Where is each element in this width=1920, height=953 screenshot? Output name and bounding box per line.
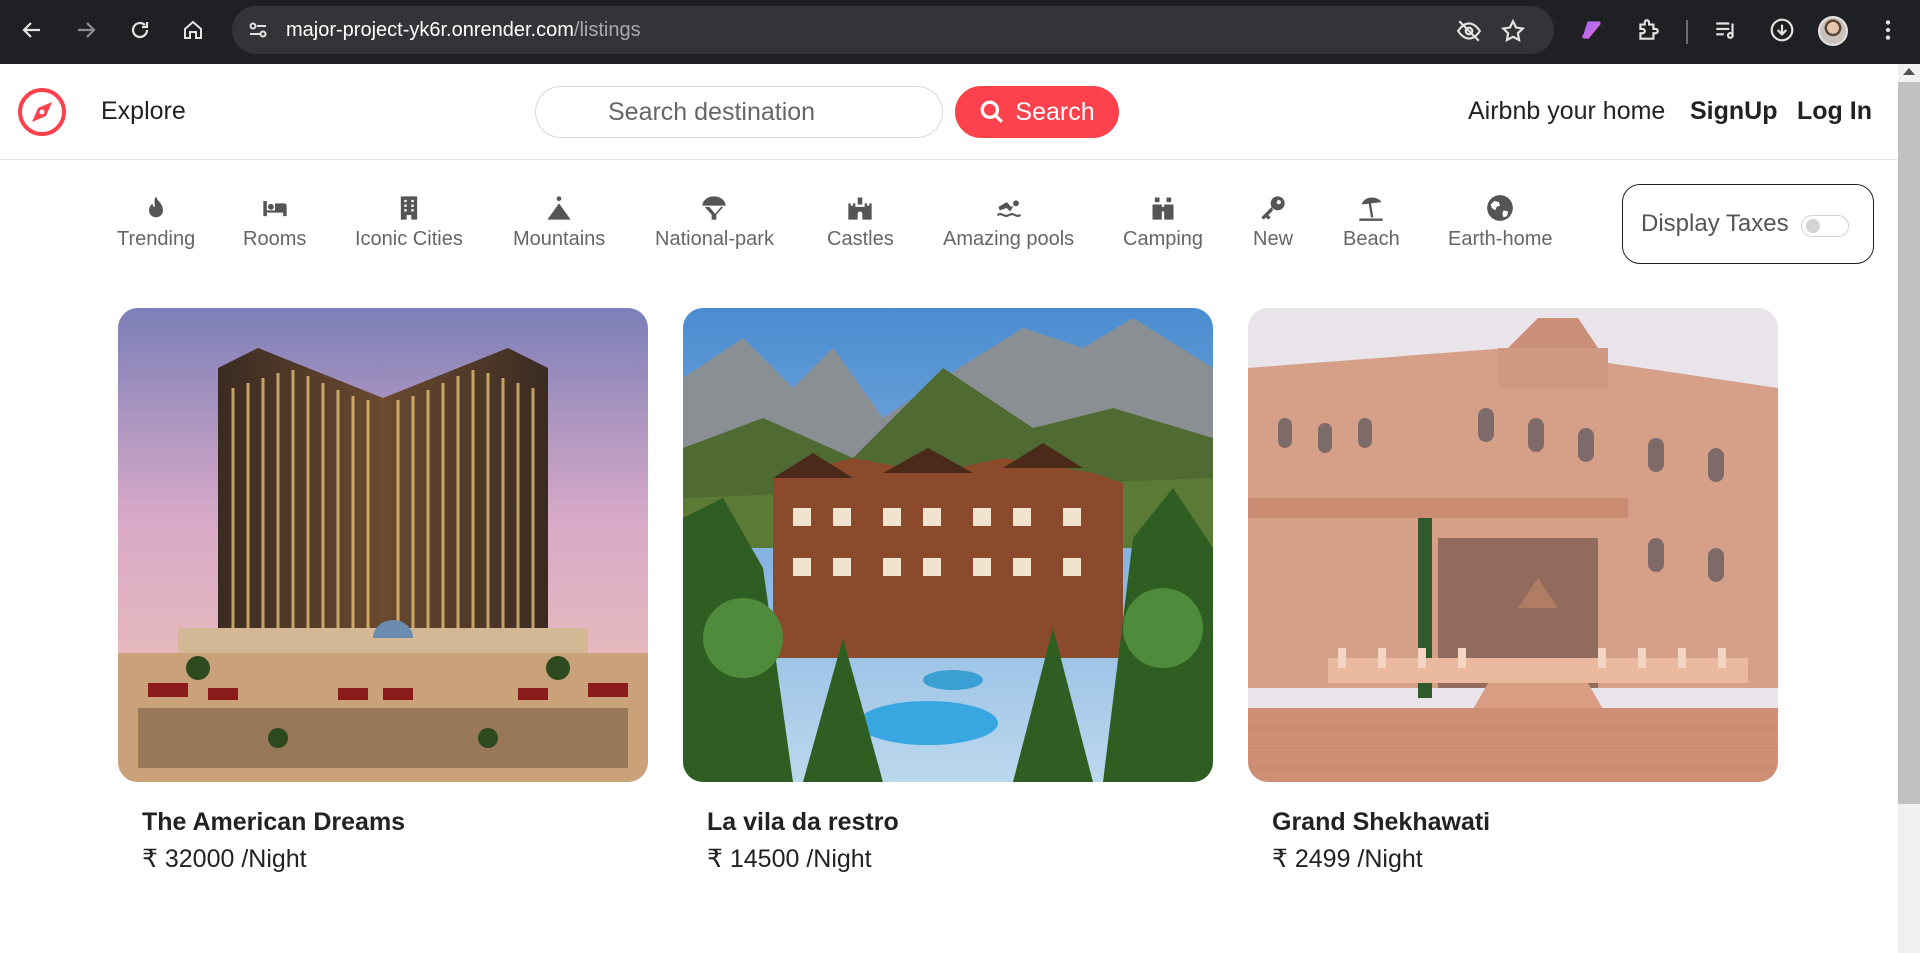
home-button[interactable] bbox=[173, 10, 213, 50]
signup-link[interactable]: SignUp bbox=[1690, 97, 1778, 126]
fire-icon bbox=[149, 196, 164, 218]
browser-toolbar: major-project-yk6r.onrender.com/listings bbox=[0, 0, 1920, 64]
reload-button[interactable] bbox=[120, 10, 160, 50]
search-button-label: Search bbox=[1015, 97, 1095, 126]
mountain-lodge-photo bbox=[683, 308, 1213, 782]
gemini-icon bbox=[1582, 21, 1601, 39]
switch-knob bbox=[1806, 219, 1820, 233]
listing-card[interactable]: The American Dreams ₹ 32000 /Night bbox=[118, 308, 648, 873]
castle-icon bbox=[848, 197, 873, 220]
taxes-switch[interactable] bbox=[1801, 215, 1849, 237]
scrollbar-thumb[interactable] bbox=[1898, 82, 1920, 804]
gemini-extension-button[interactable] bbox=[1572, 10, 1612, 50]
site-settings-icon[interactable] bbox=[246, 18, 270, 42]
puzzle-icon bbox=[1639, 19, 1659, 40]
scroll-up-arrow-icon[interactable] bbox=[1903, 68, 1915, 75]
filter-camping[interactable]: Camping bbox=[1123, 194, 1203, 251]
media-control-button[interactable] bbox=[1706, 10, 1746, 50]
page-content: Explore Search Airbnb your home SignUp L… bbox=[0, 64, 1898, 953]
toolbar-divider bbox=[1686, 20, 1688, 44]
filter-new[interactable]: New bbox=[1253, 194, 1293, 251]
search-button[interactable]: Search bbox=[955, 86, 1119, 138]
filter-rooms[interactable]: Rooms bbox=[243, 194, 306, 251]
listing-title[interactable]: La vila da restro bbox=[707, 808, 899, 837]
back-button[interactable] bbox=[12, 10, 52, 50]
filter-mountains[interactable]: Mountains bbox=[513, 194, 605, 251]
search-destination-input[interactable] bbox=[535, 86, 943, 138]
forward-button[interactable] bbox=[66, 10, 106, 50]
login-link[interactable]: Log In bbox=[1797, 97, 1872, 126]
listing-title[interactable]: The American Dreams bbox=[142, 808, 405, 837]
airbnb-your-home-link[interactable]: Airbnb your home bbox=[1468, 97, 1665, 126]
key-icon bbox=[1261, 196, 1285, 220]
bookmark-star-icon[interactable] bbox=[1500, 18, 1526, 44]
reload-icon bbox=[131, 21, 149, 39]
listing-image-palace[interactable] bbox=[1248, 308, 1778, 782]
hotel-photo bbox=[118, 308, 648, 782]
mountain-icon bbox=[547, 196, 571, 220]
url-text[interactable]: major-project-yk6r.onrender.com/listings bbox=[286, 19, 641, 42]
filter-national-park[interactable]: National-park bbox=[655, 194, 774, 251]
eye-off-icon[interactable] bbox=[1456, 18, 1482, 44]
display-taxes-toggle[interactable]: Display Taxes bbox=[1622, 184, 1874, 264]
filter-iconic-cities[interactable]: Iconic Cities bbox=[355, 194, 463, 251]
search-icon bbox=[981, 100, 1004, 123]
home-icon bbox=[184, 20, 202, 39]
display-taxes-label: Display Taxes bbox=[1641, 210, 1789, 237]
filter-beach[interactable]: Beach bbox=[1343, 194, 1400, 251]
browser-menu-button[interactable] bbox=[1868, 10, 1908, 50]
bed-icon bbox=[263, 201, 287, 217]
site-navbar: Explore Search Airbnb your home SignUp L… bbox=[0, 64, 1898, 160]
listing-price: ₹ 14500 /Night bbox=[707, 845, 872, 873]
swimmer-icon bbox=[996, 200, 1021, 218]
filter-castles[interactable]: Castles bbox=[827, 194, 894, 251]
extensions-button[interactable] bbox=[1628, 10, 1668, 50]
playlist-icon bbox=[1716, 22, 1734, 39]
globe-icon bbox=[1487, 195, 1514, 221]
forward-arrow-icon bbox=[78, 22, 96, 38]
listing-price: ₹ 2499 /Night bbox=[1272, 845, 1423, 873]
binoculars-icon bbox=[1152, 197, 1174, 220]
address-bar[interactable]: major-project-yk6r.onrender.com/listings bbox=[232, 6, 1554, 54]
listing-card[interactable]: Grand Shekhawati ₹ 2499 /Night bbox=[1248, 308, 1778, 873]
listing-title[interactable]: Grand Shekhawati bbox=[1272, 808, 1490, 837]
filter-earth-home[interactable]: Earth-home bbox=[1448, 194, 1553, 251]
downloads-button[interactable] bbox=[1762, 10, 1802, 50]
umbrella-beach-icon bbox=[1359, 197, 1384, 221]
filter-trending[interactable]: Trending bbox=[117, 194, 195, 251]
category-filters: Trending Rooms Iconic Cities Mountains N… bbox=[0, 194, 1898, 284]
download-icon bbox=[1770, 18, 1794, 42]
listing-price: ₹ 32000 /Night bbox=[142, 845, 307, 873]
filter-amazing-pools[interactable]: Amazing pools bbox=[943, 194, 1074, 251]
compass-logo-icon[interactable] bbox=[16, 86, 68, 138]
listing-card[interactable]: La vila da restro ₹ 14500 /Night bbox=[683, 308, 1213, 873]
explore-link[interactable]: Explore bbox=[101, 97, 186, 126]
palace-hotel-photo bbox=[1248, 308, 1778, 782]
profile-avatar[interactable] bbox=[1818, 16, 1848, 46]
listing-image-mountain-lodge[interactable] bbox=[683, 308, 1213, 782]
building-icon bbox=[400, 196, 418, 220]
parachute-icon bbox=[702, 196, 727, 220]
back-arrow-icon bbox=[22, 22, 40, 38]
more-vertical-icon bbox=[1885, 20, 1891, 40]
listing-image-hotel[interactable] bbox=[118, 308, 648, 782]
